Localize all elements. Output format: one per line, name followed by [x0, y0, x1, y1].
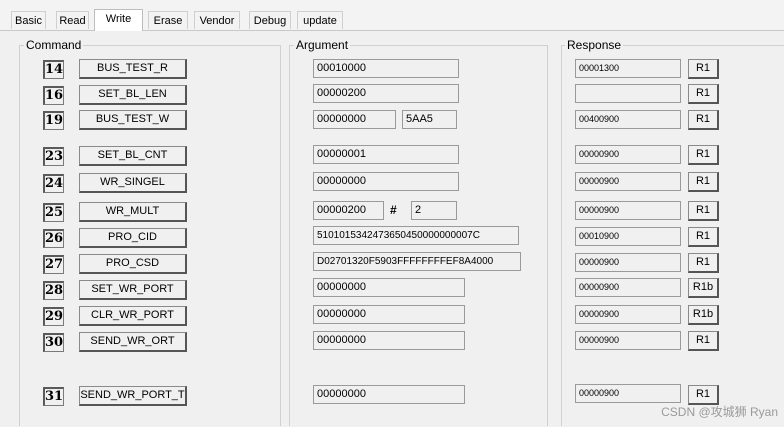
tab-update[interactable]: update	[297, 11, 343, 29]
wr-singel-button[interactable]: WR_SINGEL	[79, 173, 187, 193]
block-count-field[interactable]: 2	[411, 201, 457, 220]
argument-field[interactable]: 00000000	[313, 110, 396, 129]
argument-field[interactable]: 00010000	[313, 59, 459, 78]
cmd-number: 23	[43, 147, 64, 166]
argument-field[interactable]: 00000000	[313, 385, 465, 404]
response-field[interactable]: 00000900	[575, 305, 681, 324]
tab-vendor[interactable]: Vendor	[194, 11, 240, 29]
watermark: CSDN @攻城狮 Ryan	[661, 405, 778, 419]
cmd-number: 27	[43, 255, 64, 274]
wr-mult-button[interactable]: WR_MULT	[79, 202, 187, 222]
response-field[interactable]: 00000900	[575, 331, 681, 350]
bus-test-w-button[interactable]: BUS_TEST_W	[79, 110, 187, 130]
cmd-number: 24	[43, 174, 64, 193]
response-field[interactable]	[575, 84, 681, 103]
response-field[interactable]: 00000900	[575, 384, 681, 403]
cmd-number: 31	[43, 387, 64, 406]
cmd-number: 25	[43, 203, 64, 222]
argument-field[interactable]: 00000000	[313, 172, 459, 191]
argument-group-title: Argument	[294, 38, 351, 52]
response-type-button[interactable]: R1	[688, 110, 719, 130]
cmd-number: 14	[43, 60, 64, 79]
command-group-title: Command	[24, 38, 84, 52]
tab-debug[interactable]: Debug	[249, 11, 291, 29]
tab-basic[interactable]: Basic	[11, 11, 46, 29]
argument-field[interactable]: 00000200	[313, 84, 459, 103]
response-field[interactable]: 00000900	[575, 145, 681, 164]
response-type-button[interactable]: R1b	[688, 305, 719, 325]
argument-field[interactable]: 00000200	[313, 201, 384, 220]
argument-field[interactable]: 00000000	[313, 278, 465, 297]
bus-test-r-button[interactable]: BUS_TEST_R	[79, 59, 187, 79]
response-field[interactable]: 00400900	[575, 110, 681, 129]
response-field[interactable]: 00000900	[575, 201, 681, 220]
pro-csd-button[interactable]: PRO_CSD	[79, 254, 187, 274]
response-type-button[interactable]: R1	[688, 253, 719, 273]
response-type-button[interactable]: R1	[688, 227, 719, 247]
response-type-button[interactable]: R1b	[688, 278, 719, 298]
tab-read[interactable]: Read	[56, 11, 89, 29]
response-field[interactable]: 00000900	[575, 172, 681, 191]
cmd-number: 28	[43, 281, 64, 300]
response-type-button[interactable]: R1	[688, 201, 719, 221]
argument-field[interactable]: 5101015342473650450000000007C	[313, 226, 519, 245]
cmd-number: 26	[43, 229, 64, 248]
send-wr-port-t-button[interactable]: SEND_WR_PORT_T	[79, 386, 187, 406]
response-field[interactable]: 00000900	[575, 278, 681, 297]
pattern-field[interactable]: 5AA5	[402, 110, 457, 129]
response-type-button[interactable]: R1	[688, 331, 719, 351]
argument-field[interactable]: 00000001	[313, 145, 459, 164]
argument-field[interactable]: 00000000	[313, 331, 465, 350]
tab-bar: Basic Read Write Erase Vendor Debug upda…	[0, 0, 784, 31]
set-bl-len-button[interactable]: SET_BL_LEN	[79, 85, 187, 105]
cmd-number: 29	[43, 307, 64, 326]
block-count-label: #	[390, 203, 397, 217]
cmd-number: 30	[43, 333, 64, 352]
response-group-title: Response	[565, 38, 624, 52]
argument-field[interactable]: 00000000	[313, 305, 465, 324]
response-type-button[interactable]: R1	[688, 59, 719, 79]
response-field[interactable]: 00001300	[575, 59, 681, 78]
set-wr-port-button[interactable]: SET_WR_PORT	[79, 280, 187, 300]
pro-cid-button[interactable]: PRO_CID	[79, 228, 187, 248]
response-type-button[interactable]: R1	[688, 84, 719, 104]
set-bl-cnt-button[interactable]: SET_BL_CNT	[79, 146, 187, 166]
clr-wr-port-button[interactable]: CLR_WR_PORT	[79, 306, 187, 326]
response-type-button[interactable]: R1	[688, 385, 719, 405]
response-type-button[interactable]: R1	[688, 172, 719, 192]
tab-erase[interactable]: Erase	[148, 11, 188, 29]
argument-field[interactable]: D02701320F5903FFFFFFFFEF8A4000	[313, 252, 521, 271]
response-field[interactable]: 00000900	[575, 253, 681, 272]
send-wr-ort-button[interactable]: SEND_WR_ORT	[79, 332, 187, 352]
tab-write[interactable]: Write	[94, 9, 143, 31]
response-field[interactable]: 00010900	[575, 227, 681, 246]
cmd-number: 19	[43, 111, 64, 130]
response-type-button[interactable]: R1	[688, 145, 719, 165]
cmd-number: 16	[43, 86, 64, 105]
